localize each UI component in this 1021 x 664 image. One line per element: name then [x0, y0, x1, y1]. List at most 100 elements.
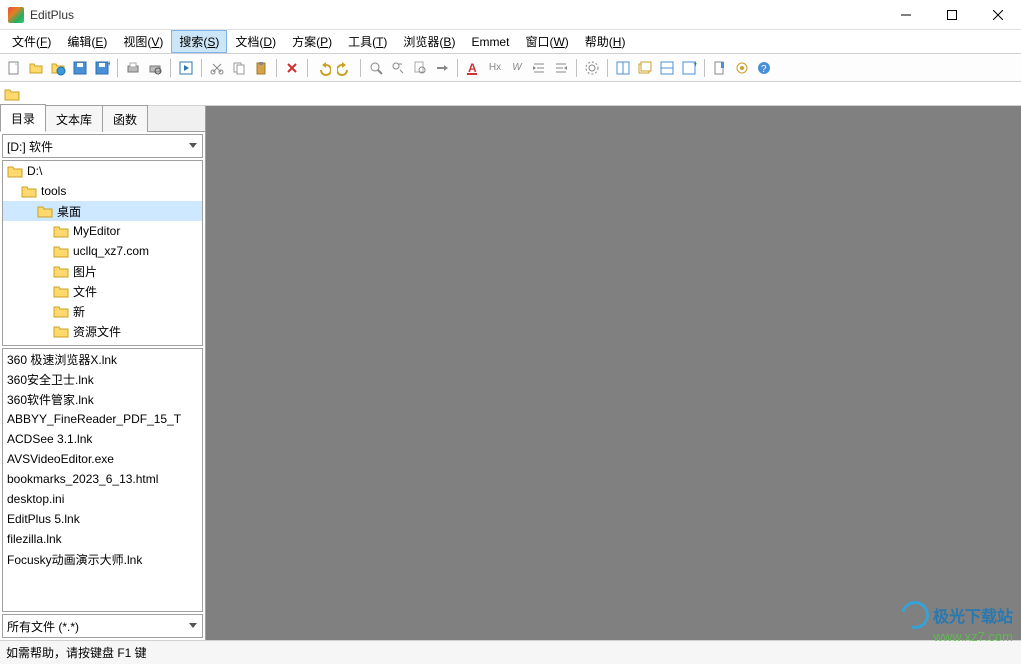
cut-button[interactable]	[207, 58, 227, 78]
folder-label: 图片	[73, 263, 97, 280]
browser-button[interactable]	[176, 58, 196, 78]
delete-button[interactable]	[282, 58, 302, 78]
help-button[interactable]: ?	[754, 58, 774, 78]
sidebar-tab-1[interactable]: 文本库	[45, 105, 103, 132]
file-item[interactable]: desktop.ini	[3, 489, 202, 509]
indent-button[interactable]	[529, 58, 549, 78]
globe-folder-icon	[50, 60, 66, 76]
path-input[interactable]	[24, 84, 1017, 104]
goto-button[interactable]	[432, 58, 452, 78]
replace-button[interactable]	[388, 58, 408, 78]
file-item[interactable]: ACDSee 3.1.lnk	[3, 429, 202, 449]
folder-label: 资源文件	[73, 323, 121, 340]
menu-p[interactable]: 方案(P)	[284, 30, 340, 53]
menu-s[interactable]: 搜索(S)	[171, 30, 227, 53]
file-item[interactable]: 360安全卫士.lnk	[3, 369, 202, 389]
settings-button[interactable]	[582, 58, 602, 78]
window-cascade-button[interactable]	[635, 58, 655, 78]
wrap-icon: W	[512, 62, 521, 73]
app-title: EditPlus	[30, 8, 74, 22]
file-item[interactable]: ABBYY_FineReader_PDF_15_T	[3, 409, 202, 429]
close-icon	[993, 10, 1003, 20]
macro-button[interactable]	[732, 58, 752, 78]
tree-folder[interactable]: ucllq_xz7.com	[3, 241, 202, 261]
tree-folder[interactable]: 文件	[3, 281, 202, 301]
sidebar-tab-0[interactable]: 目录	[0, 104, 46, 132]
find-in-files-button[interactable]	[410, 58, 430, 78]
menu-b[interactable]: 浏览器(B)	[395, 30, 463, 53]
copy-button[interactable]	[229, 58, 249, 78]
menu-w[interactable]: 窗口(W)	[517, 30, 576, 53]
bookmark-icon	[712, 60, 728, 76]
outdent-button[interactable]	[551, 58, 571, 78]
file-item[interactable]: 360软件管家.lnk	[3, 389, 202, 409]
tree-folder[interactable]: 图片	[3, 261, 202, 281]
file-filter-selector[interactable]: 所有文件 (*.*)	[2, 614, 203, 638]
paste-button[interactable]	[251, 58, 271, 78]
menu-t[interactable]: 工具(T)	[340, 30, 395, 53]
print-preview-button[interactable]	[145, 58, 165, 78]
outdent-icon	[553, 60, 569, 76]
hx-icon: Hx	[489, 62, 501, 73]
open-folder-icon	[28, 60, 44, 76]
minimize-button[interactable]	[883, 0, 929, 30]
sidebar-tab-2[interactable]: 函数	[102, 105, 148, 132]
new-file-button[interactable]	[4, 58, 24, 78]
file-list-panel: 360 极速浏览器X.lnk360安全卫士.lnk360软件管家.lnkABBY…	[2, 348, 203, 612]
maximize-button[interactable]	[929, 0, 975, 30]
clipboard-icon	[253, 60, 269, 76]
file-item[interactable]: AVSVideoEditor.exe	[3, 449, 202, 469]
tree-folder[interactable]: tools	[3, 181, 202, 201]
status-bar: 如需帮助，请按键盘 F1 键	[0, 640, 1021, 664]
menu-h[interactable]: 帮助(H)	[577, 30, 634, 53]
window-split-button[interactable]	[657, 58, 677, 78]
font-color-button[interactable]: A	[463, 58, 483, 78]
help-icon: ?	[756, 60, 772, 76]
tree-folder[interactable]: MyEditor	[3, 221, 202, 241]
file-item[interactable]: 360 极速浏览器X.lnk	[3, 349, 202, 369]
redo-button[interactable]	[335, 58, 355, 78]
copy-icon	[231, 60, 247, 76]
bookmark-button[interactable]	[710, 58, 730, 78]
tree-folder[interactable]: 新	[3, 301, 202, 321]
file-list[interactable]: 360 极速浏览器X.lnk360安全卫士.lnk360软件管家.lnkABBY…	[3, 349, 202, 611]
word-wrap-button[interactable]: W	[507, 58, 527, 78]
find-button[interactable]	[366, 58, 386, 78]
titlebar: EditPlus	[0, 0, 1021, 30]
close-button[interactable]	[975, 0, 1021, 30]
save-button[interactable]	[70, 58, 90, 78]
print-button[interactable]	[123, 58, 143, 78]
redo-icon	[337, 60, 353, 76]
chevron-down-icon	[188, 619, 198, 633]
window-new-button[interactable]: +	[679, 58, 699, 78]
undo-button[interactable]	[313, 58, 333, 78]
find-files-icon	[412, 60, 428, 76]
html-toolbar-button[interactable]: Hx	[485, 58, 505, 78]
save-as-button[interactable]: +	[92, 58, 112, 78]
tree-folder[interactable]: 桌面	[3, 201, 202, 221]
file-item[interactable]: bookmarks_2023_6_13.html	[3, 469, 202, 489]
scissors-icon	[209, 60, 225, 76]
cascade-icon	[637, 60, 653, 76]
menu-v[interactable]: 视图(V)	[115, 30, 171, 53]
menu-f[interactable]: 文件(F)	[4, 30, 59, 53]
folder-tree[interactable]: D:\tools桌面MyEditorucllq_xz7.com 图片文件新资源文件	[2, 160, 203, 346]
editor-area[interactable]	[206, 106, 1021, 640]
menu-e[interactable]: 编辑(E)	[59, 30, 115, 53]
svg-text:+: +	[693, 60, 697, 69]
file-item[interactable]: filezilla.lnk	[3, 529, 202, 549]
file-item[interactable]: Focusky动画演示大师.lnk	[3, 549, 202, 569]
save-plus-icon: +	[94, 60, 110, 76]
open-file-button[interactable]	[26, 58, 46, 78]
svg-text:?: ?	[761, 64, 767, 75]
open-remote-button[interactable]	[48, 58, 68, 78]
menu-d[interactable]: 文档(D)	[227, 30, 284, 53]
tile-icon	[615, 60, 631, 76]
file-item[interactable]: EditPlus 5.lnk	[3, 509, 202, 529]
tree-folder[interactable]: 资源文件	[3, 321, 202, 341]
menu-emmet[interactable]: Emmet	[463, 32, 517, 52]
drive-selector[interactable]: [D:] 软件	[2, 134, 203, 158]
tree-folder[interactable]: D:\	[3, 161, 202, 181]
window-tile-button[interactable]	[613, 58, 633, 78]
print-magnify-icon	[147, 60, 163, 76]
